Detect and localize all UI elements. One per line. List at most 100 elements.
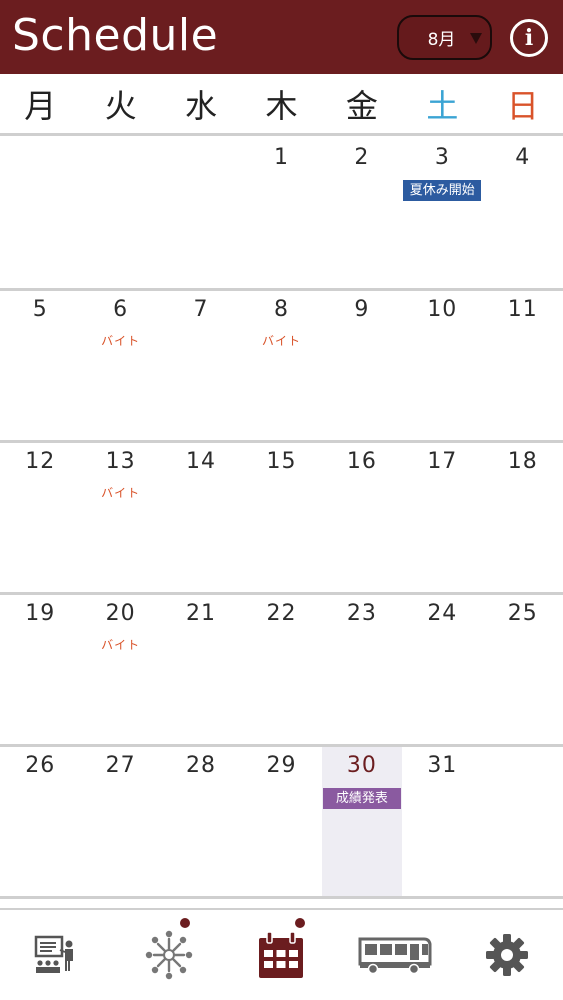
day-number: 23 xyxy=(346,601,377,626)
day-number: 27 xyxy=(105,753,136,778)
day-cell-16[interactable]: 16 xyxy=(322,443,402,592)
day-cell-7[interactable]: 7 xyxy=(161,291,241,440)
day-cell-6[interactable]: 6 バイト xyxy=(80,291,160,440)
app-header: Schedule 8月 i xyxy=(0,0,563,74)
day-cell-30[interactable]: 30 成績発表 xyxy=(321,747,403,896)
day-number: 16 xyxy=(346,449,377,474)
day-number: 15 xyxy=(266,449,297,474)
nav-schedule[interactable] xyxy=(225,910,338,1000)
day-number: 8 xyxy=(273,297,289,322)
event-label[interactable]: 成績発表 xyxy=(322,788,401,809)
day-number: 20 xyxy=(105,601,136,626)
day-cell-empty xyxy=(483,747,563,896)
day-cell-25[interactable]: 25 xyxy=(483,595,563,744)
day-number: 7 xyxy=(193,297,209,322)
nav-settings[interactable] xyxy=(450,910,563,1000)
event-label[interactable]: バイト xyxy=(80,484,160,501)
day-cell-24[interactable]: 24 xyxy=(402,595,482,744)
event-label[interactable]: バイト xyxy=(241,332,321,349)
day-number: 10 xyxy=(427,297,458,322)
day-cell-18[interactable]: 18 xyxy=(483,443,563,592)
weekday-thu: 木 xyxy=(265,86,298,125)
event-label[interactable]: バイト xyxy=(80,636,160,653)
calendar-icon xyxy=(259,931,304,978)
day-cell-11[interactable]: 11 xyxy=(483,291,563,440)
calendar-grid: 1 2 3 夏休み開始 4 5 6 バイト 7 8 バイト 9 10 11 12 13 バイト 14 15 16 17 1… xyxy=(0,139,563,899)
day-number: 25 xyxy=(507,601,538,626)
nav-classroom[interactable] xyxy=(0,910,113,1000)
bus-icon xyxy=(358,937,432,975)
day-cell-4[interactable]: 4 xyxy=(483,139,563,288)
day-cell-8[interactable]: 8 バイト xyxy=(241,291,321,440)
calendar-week-row: 12 13 バイト 14 15 16 17 18 xyxy=(0,443,563,595)
day-cell-13[interactable]: 13 バイト xyxy=(80,443,160,592)
day-cell-empty xyxy=(80,139,160,288)
day-number: 2 xyxy=(354,145,370,170)
weekday-tue: 火 xyxy=(104,86,137,125)
calendar-week-row: 1 2 3 夏休み開始 4 xyxy=(0,139,563,291)
day-number: 30 xyxy=(346,753,377,778)
day-number: 9 xyxy=(354,297,370,322)
day-cell-20[interactable]: 20 バイト xyxy=(80,595,160,744)
bottom-nav xyxy=(0,908,563,1000)
month-select[interactable]: 8月 xyxy=(397,15,492,60)
day-cell-empty xyxy=(161,139,241,288)
day-cell-27[interactable]: 27 xyxy=(80,747,160,896)
day-number: 21 xyxy=(186,601,217,626)
day-number: 26 xyxy=(25,753,56,778)
day-cell-1[interactable]: 1 xyxy=(241,139,321,288)
day-cell-17[interactable]: 17 xyxy=(402,443,482,592)
calendar-week-row: 19 20 バイト 21 22 23 24 25 xyxy=(0,595,563,747)
day-number: 1 xyxy=(273,145,289,170)
day-number: 5 xyxy=(32,297,48,322)
day-cell-19[interactable]: 19 xyxy=(0,595,80,744)
day-cell-12[interactable]: 12 xyxy=(0,443,80,592)
event-label[interactable]: バイト xyxy=(80,332,160,349)
day-cell-23[interactable]: 23 xyxy=(322,595,402,744)
day-number: 29 xyxy=(266,753,297,778)
day-number: 13 xyxy=(105,449,136,474)
nav-community[interactable] xyxy=(113,910,226,1000)
day-number: 12 xyxy=(25,449,56,474)
day-cell-22[interactable]: 22 xyxy=(241,595,321,744)
day-cell-9[interactable]: 9 xyxy=(322,291,402,440)
day-cell-3[interactable]: 3 夏休み開始 xyxy=(402,139,482,288)
weekday-wed: 水 xyxy=(185,86,218,125)
weekday-header-row: 月火水木金土日 xyxy=(0,74,563,136)
day-number: 11 xyxy=(507,297,538,322)
day-number: 14 xyxy=(186,449,217,474)
info-icon: i xyxy=(524,25,534,51)
day-cell-29[interactable]: 29 xyxy=(241,747,321,896)
app-title: Schedule xyxy=(12,10,219,61)
day-number: 31 xyxy=(427,753,458,778)
nav-bus[interactable] xyxy=(338,910,451,1000)
community-badge xyxy=(180,918,191,928)
dropdown-caret-icon xyxy=(470,33,482,44)
day-number: 4 xyxy=(515,145,531,170)
day-cell-26[interactable]: 26 xyxy=(0,747,80,896)
day-cell-14[interactable]: 14 xyxy=(161,443,241,592)
day-cell-10[interactable]: 10 xyxy=(402,291,482,440)
weekday-sun: 日 xyxy=(506,86,539,125)
day-number: 22 xyxy=(266,601,297,626)
weekday-fri: 金 xyxy=(345,86,378,125)
info-button[interactable]: i xyxy=(510,19,548,57)
day-number: 19 xyxy=(25,601,56,626)
day-cell-31[interactable]: 31 xyxy=(402,747,482,896)
calendar-week-row: 5 6 バイト 7 8 バイト 9 10 11 xyxy=(0,291,563,443)
weekday-mon: 月 xyxy=(24,86,57,125)
day-cell-5[interactable]: 5 xyxy=(0,291,80,440)
weekday-sat: 土 xyxy=(426,86,459,125)
day-number: 18 xyxy=(507,449,538,474)
day-number: 3 xyxy=(434,145,450,170)
day-number: 6 xyxy=(113,297,129,322)
day-cell-2[interactable]: 2 xyxy=(322,139,402,288)
day-cell-empty xyxy=(0,139,80,288)
day-cell-15[interactable]: 15 xyxy=(241,443,321,592)
community-icon xyxy=(145,930,193,980)
month-select-value: 8月 xyxy=(427,30,456,50)
day-cell-21[interactable]: 21 xyxy=(161,595,241,744)
day-cell-28[interactable]: 28 xyxy=(161,747,241,896)
event-label[interactable]: 夏休み開始 xyxy=(403,180,482,201)
schedule-badge xyxy=(294,918,305,928)
